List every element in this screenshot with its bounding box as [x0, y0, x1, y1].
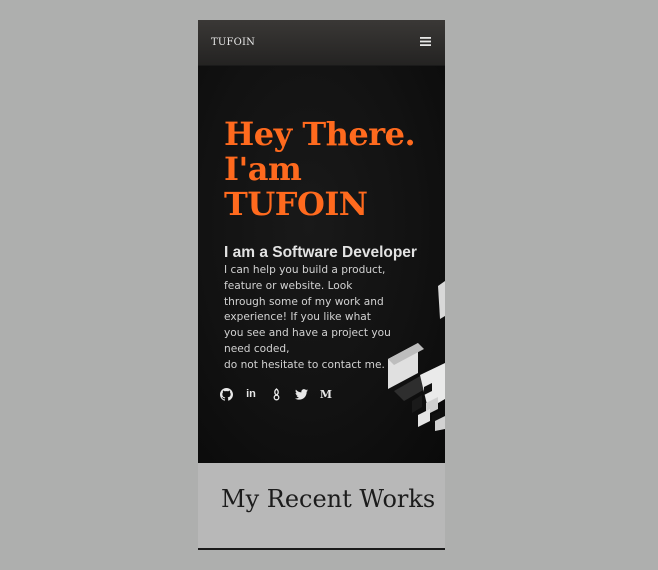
hero-headline: Hey There. I'am TUFOIN: [224, 115, 416, 223]
social-links: in M: [218, 386, 334, 402]
divider: [198, 548, 445, 550]
navbar: TUFOIN: [198, 20, 445, 66]
hero-section: Hey There. I'am TUFOIN I am a Software D…: [198, 66, 445, 463]
twitter-icon[interactable]: [293, 386, 309, 402]
hamburger-icon[interactable]: [420, 36, 431, 49]
section-title: My Recent Works: [221, 485, 436, 513]
floating-cubes-illustration: [388, 281, 445, 431]
hero-subtitle: I am a Software Developer: [224, 244, 417, 261]
brand-logo[interactable]: TUFOIN: [211, 37, 255, 48]
mobile-viewport: TUFOIN Hey There. I'am TUFOIN I am a Sof…: [198, 20, 445, 550]
recent-works-section: My Recent Works: [198, 463, 445, 550]
github-icon[interactable]: [218, 386, 234, 402]
codechef-icon[interactable]: [268, 386, 284, 402]
linkedin-icon[interactable]: in: [243, 386, 259, 402]
medium-icon[interactable]: M: [318, 386, 334, 402]
